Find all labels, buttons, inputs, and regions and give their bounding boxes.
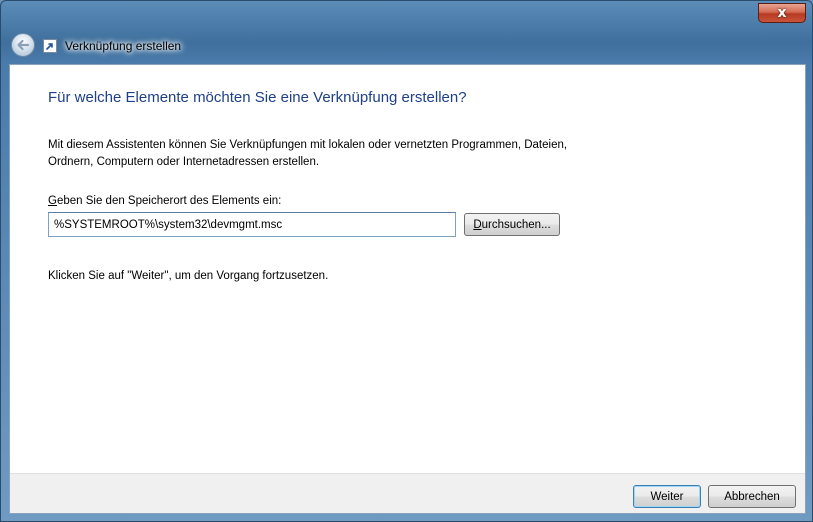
shortcut-arrow-icon <box>43 39 57 53</box>
location-label: Geben Sie den Speicherort des Elements e… <box>48 195 281 207</box>
window-title: Verknüpfung erstellen <box>65 39 182 53</box>
description-line-2: Ordnern, Computern oder Internetadressen… <box>48 156 320 168</box>
title-bar: x Verknüpfung erstellen <box>1 1 813 64</box>
wizard-page: Für welche Elemente möchten Sie eine Ver… <box>9 64 806 514</box>
cancel-button[interactable]: Abbrechen <box>708 485 796 508</box>
next-button[interactable]: Weiter <box>633 485 701 508</box>
page-heading: Für welche Elemente möchten Sie eine Ver… <box>48 89 467 106</box>
back-arrow-icon <box>17 39 30 51</box>
browse-button[interactable]: Durchsuchen... <box>464 213 560 236</box>
location-label-accelerator: G <box>48 195 57 207</box>
page-description: Mit diesem Assistenten können Sie Verknü… <box>48 137 608 171</box>
back-button[interactable] <box>11 33 35 57</box>
location-label-text: eben Sie den Speicherort des Elements ei… <box>56 195 282 207</box>
wizard-window: x Verknüpfung erstellen Für welche Eleme… <box>0 0 813 522</box>
browse-label: urchsuchen... <box>481 218 551 231</box>
location-input[interactable] <box>48 212 456 237</box>
description-line-1: Mit diesem Assistenten können Sie Verknü… <box>48 139 568 151</box>
close-button[interactable]: x <box>758 3 806 23</box>
browse-accelerator: D <box>473 218 482 231</box>
continue-hint: Klicken Sie auf "Weiter", um den Vorgang… <box>48 270 329 282</box>
close-icon: x <box>777 5 787 21</box>
button-bar: Weiter Abbrechen <box>10 473 805 513</box>
